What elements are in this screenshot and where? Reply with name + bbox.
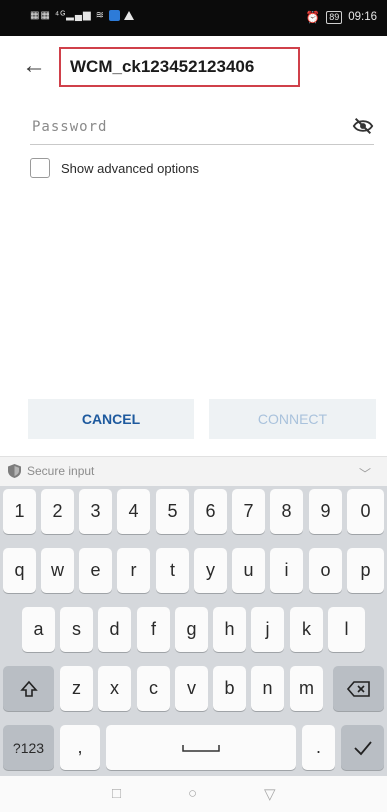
key[interactable]: b (213, 666, 246, 711)
dialog-header: ← WCM_ck123452123406 (0, 36, 387, 98)
key[interactable]: 8 (270, 489, 303, 534)
key[interactable]: c (137, 666, 170, 711)
app-notification-icon (109, 10, 121, 21)
keyboard: 1 2 3 4 5 6 7 8 9 0 q w e r t y u i o p … (0, 486, 387, 776)
key[interactable]: 0 (347, 489, 384, 534)
keyboard-toolbar: Secure input ﹀ (0, 456, 387, 487)
password-input[interactable] (30, 114, 334, 140)
backspace-icon (346, 680, 370, 697)
key[interactable]: t (156, 548, 189, 593)
battery-icon: 89 (326, 10, 343, 24)
key[interactable]: 5 (156, 489, 189, 534)
status-icons-left: ▦▦ ⁴ᴳ▂▄▆ ≋ (30, 10, 135, 21)
advanced-options-label: Show advanced options (61, 160, 200, 176)
key[interactable]: u (232, 548, 265, 593)
key[interactable]: j (251, 607, 284, 652)
advanced-options-row[interactable]: Show advanced options (30, 158, 199, 178)
key[interactable]: y (194, 548, 227, 593)
keyboard-row-numbers: 1 2 3 4 5 6 7 8 9 0 (0, 489, 387, 537)
alarm-icon: ⏰ (305, 12, 321, 24)
key[interactable]: w (41, 548, 74, 593)
password-field (30, 110, 374, 145)
key[interactable]: p (347, 548, 384, 593)
clock: 09:16 (348, 11, 377, 23)
key[interactable]: f (137, 607, 170, 652)
key[interactable]: a (22, 607, 55, 652)
wifi-icon: ≋ (95, 10, 106, 21)
key[interactable]: 7 (232, 489, 265, 534)
secure-input-indicator: Secure input (8, 464, 94, 478)
sim-icon: ▦▦ (30, 10, 51, 21)
status-bar: ▦▦ ⁴ᴳ▂▄▆ ≋ ⏰ 89 09:16 (0, 0, 387, 36)
comma-key[interactable]: , (60, 725, 100, 770)
key[interactable]: d (98, 607, 131, 652)
keyboard-row-z: z x c v b n m (0, 666, 387, 714)
key[interactable]: v (175, 666, 208, 711)
key[interactable]: h (213, 607, 246, 652)
shield-icon (8, 464, 21, 478)
shift-key[interactable] (3, 666, 54, 711)
signal-icon: ⁴ᴳ▂▄▆ (54, 10, 92, 21)
keyboard-row-q: q w e r t y u i o p (0, 548, 387, 596)
key[interactable]: l (328, 607, 365, 652)
key[interactable]: 4 (117, 489, 150, 534)
checkmark-icon (353, 740, 372, 755)
recents-icon[interactable]: □ (112, 785, 121, 802)
visibility-off-icon[interactable] (352, 116, 374, 136)
navigation-bar: □ ○ ▽ (0, 776, 387, 812)
network-name-title: WCM_ck123452123406 (59, 47, 300, 87)
key[interactable]: 9 (309, 489, 342, 534)
key[interactable]: m (290, 666, 323, 711)
key[interactable]: e (79, 548, 112, 593)
back-nav-icon[interactable]: ▽ (264, 785, 276, 803)
key[interactable]: i (270, 548, 303, 593)
key[interactable]: r (117, 548, 150, 593)
keyboard-row-a: a s d f g h j k l (0, 607, 387, 655)
cloud-icon (124, 11, 135, 20)
key[interactable]: n (251, 666, 284, 711)
key[interactable]: z (60, 666, 93, 711)
secure-input-label: Secure input (27, 464, 95, 478)
key[interactable]: x (98, 666, 131, 711)
key[interactable]: 6 (194, 489, 227, 534)
key[interactable]: o (309, 548, 342, 593)
key[interactable]: q (3, 548, 36, 593)
key[interactable]: k (290, 607, 323, 652)
status-icons-right: ⏰ 89 09:16 (306, 10, 377, 24)
home-icon[interactable]: ○ (188, 785, 197, 802)
cancel-button[interactable]: CANCEL (28, 399, 194, 439)
space-key[interactable] (106, 725, 296, 770)
advanced-options-checkbox[interactable] (30, 158, 50, 178)
keyboard-row-bottom: ?123 , . (0, 725, 387, 773)
key[interactable]: 2 (41, 489, 74, 534)
back-arrow-icon[interactable]: ← (22, 54, 46, 78)
connect-button[interactable]: CONNECT (209, 399, 376, 439)
symbols-key[interactable]: ?123 (3, 725, 54, 770)
key[interactable]: 1 (3, 489, 36, 534)
period-key[interactable]: . (302, 725, 335, 770)
key[interactable]: g (175, 607, 208, 652)
enter-key[interactable] (341, 725, 384, 770)
key[interactable]: 3 (79, 489, 112, 534)
key[interactable]: s (60, 607, 93, 652)
backspace-key[interactable] (333, 666, 384, 711)
chevron-down-icon[interactable]: ﹀ (359, 465, 371, 482)
shift-icon (19, 680, 38, 697)
space-bar-icon (182, 744, 220, 752)
